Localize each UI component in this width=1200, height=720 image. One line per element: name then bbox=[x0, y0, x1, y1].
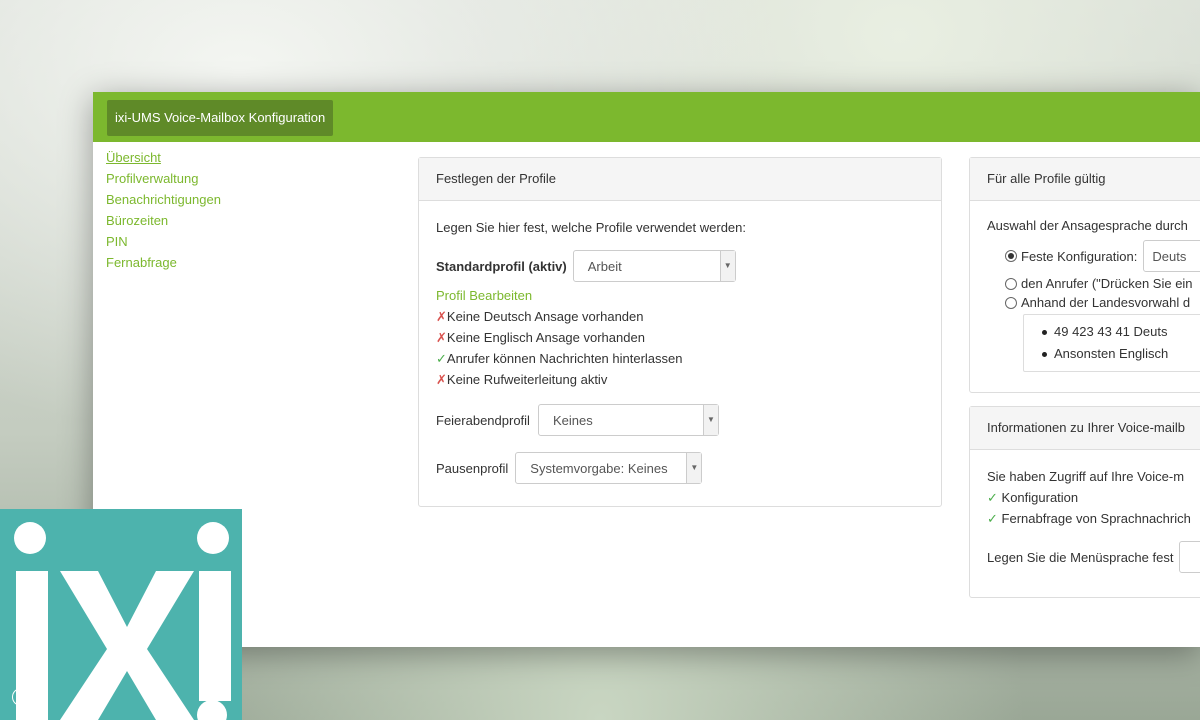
standard-profile-value: Arbeit bbox=[587, 259, 622, 274]
status-text: Keine Englisch Ansage vorhanden bbox=[446, 330, 645, 345]
cross-icon: ✗ bbox=[436, 372, 447, 387]
menu-language-select[interactable] bbox=[1179, 541, 1200, 573]
status-text: Anrufer können Nachrichten hinterlassen bbox=[446, 351, 683, 366]
ixi-logo-mark bbox=[14, 522, 231, 720]
profiles-panel-title: Festlegen der Profile bbox=[419, 158, 941, 201]
brand-button[interactable]: ixi-UMS Voice-Mailbox Konfiguration bbox=[107, 100, 334, 136]
all-profiles-panel: Für alle Profile gültig Auswahl der Ansa… bbox=[969, 157, 1200, 393]
pausen-profile-select[interactable]: Systemvorgabe: Keines ▼ bbox=[515, 452, 703, 484]
radio-fixed-config[interactable] bbox=[1005, 250, 1017, 262]
radio-country-code[interactable] bbox=[1005, 296, 1017, 309]
edit-profile-link[interactable]: Profil Bearbeiten bbox=[436, 288, 532, 303]
radio-caller-label: den Anrufer ("Drücken Sie ein bbox=[1021, 276, 1193, 291]
access-item-text: Konfiguration bbox=[1001, 490, 1079, 505]
ixi-logo bbox=[0, 509, 242, 720]
sidebar-item-fernabfrage[interactable]: Fernabfrage bbox=[106, 252, 306, 273]
status-text: Keine Deutsch Ansage vorhanden bbox=[446, 309, 644, 324]
fixed-language-select[interactable]: Deuts bbox=[1143, 240, 1200, 272]
country-rule-list: 49 423 43 41 Deuts Ansonsten Englisch bbox=[1023, 314, 1200, 372]
country-rule-item: Ansonsten Englisch bbox=[1042, 343, 1200, 365]
country-rule-item: 49 423 43 41 Deuts bbox=[1042, 321, 1200, 343]
chevron-down-icon: ▼ bbox=[719, 251, 735, 281]
access-item: ✓ Konfiguration bbox=[987, 487, 1200, 508]
chevron-down-icon: ▼ bbox=[702, 405, 718, 435]
info-panel-title: Informationen zu Ihrer Voice-mailb bbox=[970, 407, 1200, 450]
radio-caller[interactable] bbox=[1005, 277, 1017, 290]
feierabend-profile-label: Feierabendprofil bbox=[436, 412, 530, 428]
sidebar-item-pin[interactable]: PIN bbox=[106, 231, 306, 252]
check-icon: ✓ bbox=[987, 490, 998, 505]
pausen-profile-value: Systemvorgabe: Keines bbox=[530, 461, 668, 476]
status-item: ✗Keine Rufweiterleitung aktiv bbox=[436, 369, 924, 390]
sidebar-item-profilverwaltung[interactable]: Profilverwaltung bbox=[106, 168, 306, 189]
access-item-text: Fernabfrage von Sprachnachrich bbox=[1001, 511, 1191, 526]
status-item: ✗Keine Deutsch Ansage vorhanden bbox=[436, 306, 924, 327]
copyright-icon: © bbox=[12, 688, 30, 706]
chevron-down-icon: ▼ bbox=[686, 453, 702, 483]
profiles-intro: Legen Sie hier fest, welche Profile verw… bbox=[436, 220, 747, 235]
status-text: Keine Rufweiterleitung aktiv bbox=[446, 372, 608, 387]
check-icon: ✓ bbox=[436, 351, 447, 366]
sidebar-item-buerozeiten[interactable]: Bürozeiten bbox=[106, 210, 306, 231]
access-text: Sie haben Zugriff auf Ihre Voice-m bbox=[987, 469, 1185, 484]
feierabend-profile-select[interactable]: Keines ▼ bbox=[537, 404, 719, 436]
status-item: ✓Anrufer können Nachrichten hinterlassen bbox=[436, 348, 924, 369]
app-window: ixi-UMS Voice-Mailbox Konfiguration Über… bbox=[93, 92, 1200, 647]
menu-language-label: Legen Sie die Menüsprache fest bbox=[987, 549, 1174, 565]
status-item: ✗Keine Englisch Ansage vorhanden bbox=[436, 327, 924, 348]
top-bar: ixi-UMS Voice-Mailbox Konfiguration bbox=[93, 92, 1200, 142]
info-panel: Informationen zu Ihrer Voice-mailb Sie h… bbox=[969, 406, 1200, 598]
radio-fixed-config-label: Feste Konfiguration: bbox=[1021, 248, 1138, 264]
fixed-language-value: Deuts bbox=[1152, 249, 1187, 264]
pausen-profile-label: Pausenprofil bbox=[436, 460, 509, 476]
profiles-panel: Festlegen der Profile Legen Sie hier fes… bbox=[418, 157, 942, 507]
sidebar-nav: Übersicht Profilverwaltung Benachrichtig… bbox=[106, 147, 306, 273]
check-icon: ✓ bbox=[987, 511, 998, 526]
feierabend-profile-value: Keines bbox=[552, 413, 593, 428]
sidebar-item-uebersicht[interactable]: Übersicht bbox=[106, 147, 306, 168]
sidebar-item-benachrichtigungen[interactable]: Benachrichtigungen bbox=[106, 189, 306, 210]
language-selection-label: Auswahl der Ansagesprache durch bbox=[987, 218, 1188, 233]
radio-country-code-label: Anhand der Landesvorwahl d bbox=[1021, 295, 1191, 310]
access-item: ✓ Fernabfrage von Sprachnachrich bbox=[987, 508, 1200, 529]
all-profiles-panel-title: Für alle Profile gültig bbox=[970, 158, 1200, 201]
standard-profile-label: Standardprofil (aktiv) bbox=[436, 258, 567, 274]
cross-icon: ✗ bbox=[436, 330, 447, 345]
standard-profile-select[interactable]: Arbeit ▼ bbox=[572, 250, 736, 282]
cross-icon: ✗ bbox=[436, 309, 447, 324]
